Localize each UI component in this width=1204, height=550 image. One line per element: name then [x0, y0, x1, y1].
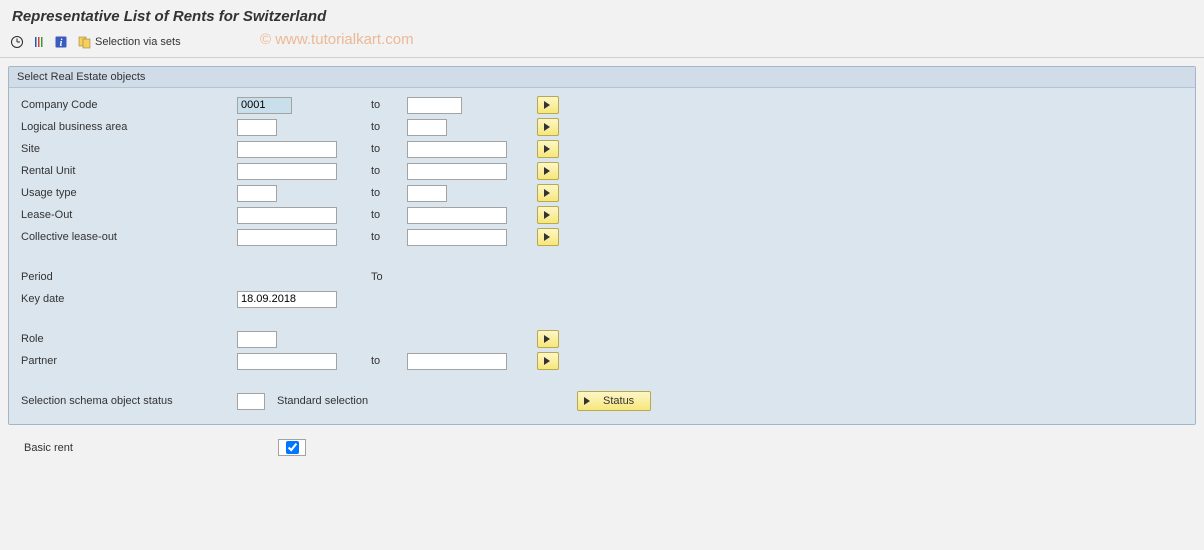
- rental-unit-from-input[interactable]: [237, 163, 337, 180]
- row-company-code: Company Code to: [17, 94, 1187, 116]
- lease-out-to-input[interactable]: [407, 207, 507, 224]
- collective-lease-out-to-input[interactable]: [407, 229, 507, 246]
- execute-icon[interactable]: [8, 33, 26, 51]
- status-button-label: Status: [603, 395, 634, 407]
- watermark: © www.tutorialkart.com: [260, 31, 414, 48]
- collective-lease-out-multiple-button[interactable]: [537, 228, 559, 246]
- logical-business-area-multiple-button[interactable]: [537, 118, 559, 136]
- to-label: to: [367, 209, 407, 221]
- logical-business-area-to-input[interactable]: [407, 119, 447, 136]
- row-partner: Partner to: [17, 350, 1187, 372]
- logical-business-area-from-input[interactable]: [237, 119, 277, 136]
- info-icon[interactable]: i: [52, 33, 70, 51]
- basic-rent-checkbox-box[interactable]: [278, 439, 306, 456]
- period-to-label: To: [367, 271, 407, 283]
- to-label: to: [367, 231, 407, 243]
- to-label: to: [367, 165, 407, 177]
- row-schema: Selection schema object status Standard …: [17, 390, 1187, 412]
- label-company-code: Company Code: [17, 99, 237, 111]
- company-code-from-input[interactable]: [237, 97, 292, 114]
- role-multiple-button[interactable]: [537, 330, 559, 348]
- label-key-date: Key date: [17, 293, 237, 305]
- row-usage-type: Usage type to: [17, 182, 1187, 204]
- to-label: to: [367, 187, 407, 199]
- partner-to-input[interactable]: [407, 353, 507, 370]
- toolbar: i Selection via sets © www.tutorialkart.…: [0, 29, 1204, 58]
- role-from-input[interactable]: [237, 331, 277, 348]
- basic-rent-checkbox[interactable]: [286, 441, 299, 454]
- to-label: to: [367, 355, 407, 367]
- key-date-input[interactable]: [237, 291, 337, 308]
- select-real-estate-groupbox: Select Real Estate objects Company Code …: [8, 66, 1196, 425]
- rental-unit-to-input[interactable]: [407, 163, 507, 180]
- row-basic-rent: Basic rent: [8, 435, 1196, 460]
- to-label: to: [367, 143, 407, 155]
- site-multiple-button[interactable]: [537, 140, 559, 158]
- row-lease-out: Lease-Out to: [17, 204, 1187, 226]
- row-period: Period To: [17, 266, 1187, 288]
- selection-via-sets-label: Selection via sets: [95, 36, 181, 48]
- svg-text:i: i: [60, 38, 63, 49]
- row-site: Site to: [17, 138, 1187, 160]
- row-collective-lease-out: Collective lease-out to: [17, 226, 1187, 248]
- usage-type-from-input[interactable]: [237, 185, 277, 202]
- to-label: to: [367, 99, 407, 111]
- rental-unit-multiple-button[interactable]: [537, 162, 559, 180]
- row-logical-business-area: Logical business area to: [17, 116, 1187, 138]
- label-schema: Selection schema object status: [17, 395, 237, 407]
- label-role: Role: [17, 333, 237, 345]
- collective-lease-out-from-input[interactable]: [237, 229, 337, 246]
- usage-type-multiple-button[interactable]: [537, 184, 559, 202]
- groupbox-title: Select Real Estate objects: [9, 67, 1195, 88]
- label-period: Period: [17, 271, 237, 283]
- label-basic-rent: Basic rent: [20, 442, 278, 454]
- content-area: Select Real Estate objects Company Code …: [0, 58, 1204, 468]
- partner-from-input[interactable]: [237, 353, 337, 370]
- site-from-input[interactable]: [237, 141, 337, 158]
- page-title: Representative List of Rents for Switzer…: [0, 0, 1204, 29]
- selection-via-sets-button[interactable]: Selection via sets: [74, 33, 185, 51]
- company-code-to-input[interactable]: [407, 97, 462, 114]
- row-rental-unit: Rental Unit to: [17, 160, 1187, 182]
- usage-type-to-input[interactable]: [407, 185, 447, 202]
- partner-multiple-button[interactable]: [537, 352, 559, 370]
- lease-out-multiple-button[interactable]: [537, 206, 559, 224]
- schema-static-text: Standard selection: [277, 395, 447, 407]
- row-role: Role: [17, 328, 1187, 350]
- site-to-input[interactable]: [407, 141, 507, 158]
- lease-out-from-input[interactable]: [237, 207, 337, 224]
- label-collective-lease-out: Collective lease-out: [17, 231, 237, 243]
- schema-input[interactable]: [237, 393, 265, 410]
- company-code-multiple-button[interactable]: [537, 96, 559, 114]
- label-partner: Partner: [17, 355, 237, 367]
- label-usage-type: Usage type: [17, 187, 237, 199]
- variant-icon[interactable]: [30, 33, 48, 51]
- row-key-date: Key date: [17, 288, 1187, 310]
- status-button[interactable]: Status: [577, 391, 651, 411]
- label-site: Site: [17, 143, 237, 155]
- to-label: to: [367, 121, 407, 133]
- label-logical-business-area: Logical business area: [17, 121, 237, 133]
- label-lease-out: Lease-Out: [17, 209, 237, 221]
- label-rental-unit: Rental Unit: [17, 165, 237, 177]
